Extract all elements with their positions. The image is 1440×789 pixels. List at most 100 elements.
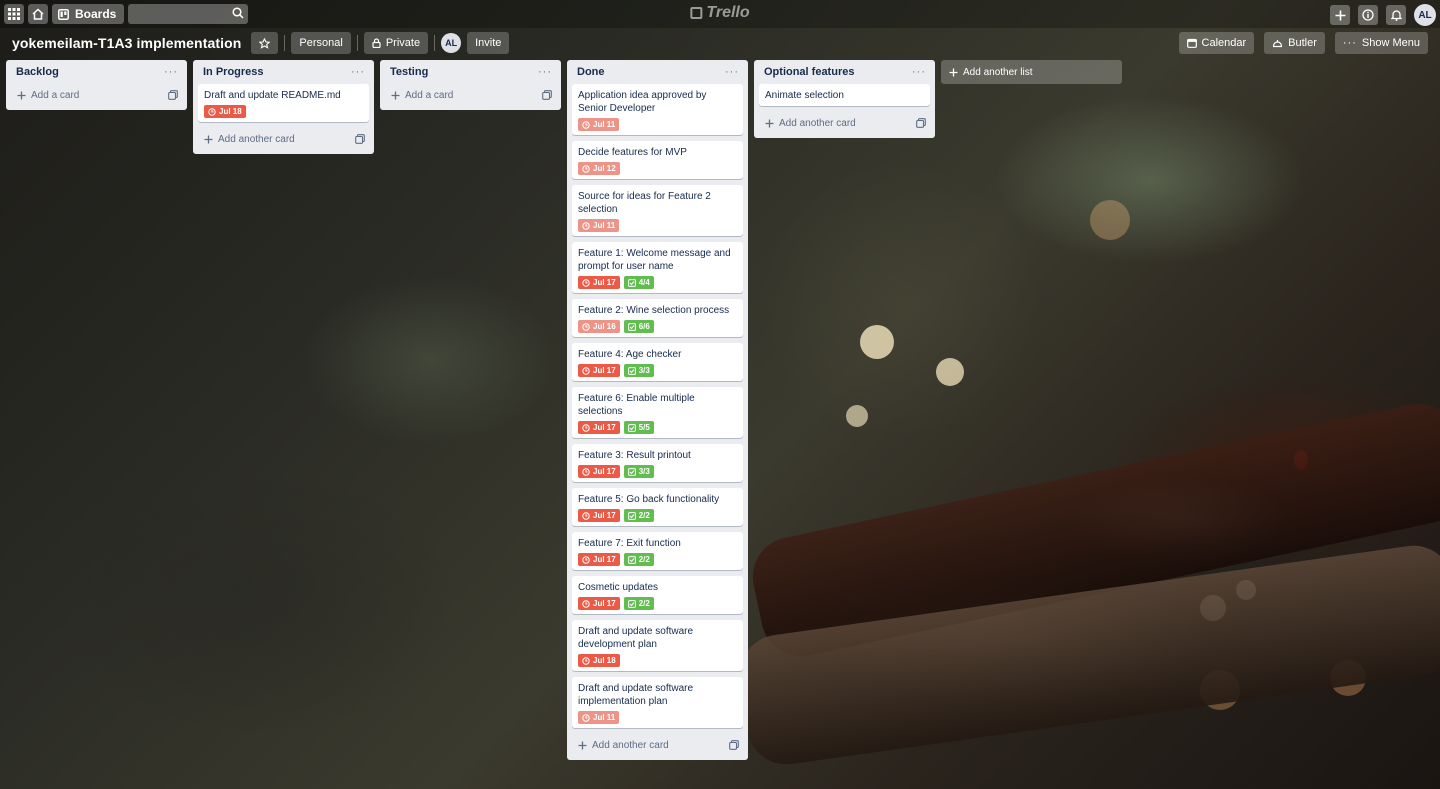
add-card-button[interactable]: Add a card	[385, 84, 556, 106]
search-icon[interactable]	[232, 6, 244, 20]
card[interactable]: Feature 1: Welcome message and prompt fo…	[572, 242, 743, 293]
home-icon	[32, 8, 44, 20]
list-menu-icon[interactable]: ···	[912, 66, 926, 78]
due-date-badge[interactable]: Jul 17	[578, 509, 620, 522]
due-date-text: Jul 17	[593, 467, 616, 476]
star-button[interactable]	[251, 32, 279, 54]
due-date-badge[interactable]: Jul 17	[578, 421, 620, 434]
list-title[interactable]: Testing	[390, 66, 428, 78]
list-title[interactable]: Done	[577, 66, 605, 78]
card[interactable]: Feature 4: Age checker Jul 17 3/3	[572, 343, 743, 381]
calendar-button[interactable]: Calendar	[1178, 32, 1255, 54]
add-card-button[interactable]: Add a card	[11, 84, 182, 106]
list-menu-icon[interactable]: ···	[164, 66, 178, 78]
home-button[interactable]	[28, 4, 48, 24]
card[interactable]: Draft and update README.md Jul 18	[198, 84, 369, 122]
search-input[interactable]	[128, 4, 249, 24]
add-card-button[interactable]: Add another card	[198, 128, 369, 150]
user-avatar[interactable]: AL	[1414, 4, 1436, 26]
board-member-avatar[interactable]: AL	[441, 33, 462, 53]
card-template-icon[interactable]	[542, 90, 552, 100]
list-title[interactable]: Optional features	[764, 66, 854, 78]
card[interactable]: Draft and update software implementation…	[572, 677, 743, 728]
card-badges: Jul 11	[578, 118, 737, 131]
due-date-badge[interactable]: Jul 18	[578, 654, 620, 667]
card[interactable]: Feature 7: Exit function Jul 17 2/2	[572, 532, 743, 570]
list-header[interactable]: Optional features ···	[759, 60, 930, 84]
checklist-badge: 3/3	[623, 364, 654, 377]
list-menu-icon[interactable]: ···	[538, 66, 552, 78]
butler-button[interactable]: Butler	[1264, 32, 1325, 54]
checklist-text: 3/3	[638, 467, 650, 476]
card[interactable]: Decide features for MVP Jul 12	[572, 141, 743, 179]
due-date-badge[interactable]: Jul 11	[578, 219, 620, 232]
calendar-label: Calendar	[1201, 37, 1247, 49]
apps-grid-button[interactable]	[4, 4, 24, 24]
card[interactable]: Source for ideas for Feature 2 selection…	[572, 185, 743, 236]
clock-icon	[582, 278, 590, 287]
due-date-badge[interactable]: Jul 17	[578, 276, 620, 289]
due-date-badge[interactable]: Jul 17	[578, 364, 620, 377]
card[interactable]: Draft and update software development pl…	[572, 620, 743, 671]
list-title[interactable]: In Progress	[203, 66, 264, 78]
list-header[interactable]: Done ···	[572, 60, 743, 84]
card-badges: Jul 17 5/5	[578, 421, 737, 434]
card[interactable]: Feature 3: Result printout Jul 17 3/3	[572, 444, 743, 482]
due-date-badge[interactable]: Jul 17	[578, 597, 620, 610]
list-menu-icon[interactable]: ···	[725, 66, 739, 78]
show-menu-button[interactable]: ··· Show Menu	[1334, 32, 1428, 54]
list-header[interactable]: Backlog ···	[11, 60, 182, 84]
card-title: Feature 2: Wine selection process	[578, 305, 730, 316]
boards-button[interactable]: Boards	[52, 4, 125, 24]
invite-button[interactable]: Invite	[467, 32, 510, 54]
card-title: Draft and update software development pl…	[578, 626, 694, 650]
card-template-icon[interactable]	[355, 134, 365, 144]
card-title: Feature 7: Exit function	[578, 538, 681, 549]
list-in-progress[interactable]: In Progress ··· Draft and update README.md…	[193, 60, 374, 154]
divider	[356, 35, 358, 51]
notifications-button[interactable]	[1386, 5, 1406, 25]
card[interactable]: Cosmetic updates Jul 17 2/2	[572, 576, 743, 614]
team-button[interactable]: Personal	[291, 32, 351, 54]
list-header[interactable]: In Progress ···	[198, 60, 369, 84]
list-header[interactable]: Testing ···	[385, 60, 556, 84]
card[interactable]: Feature 6: Enable multiple selections Jul…	[572, 387, 743, 438]
add-list-button[interactable]: Add another list	[941, 60, 1122, 84]
create-button[interactable]	[1330, 5, 1350, 25]
due-date-badge[interactable]: Jul 16	[578, 320, 620, 333]
board-title[interactable]: yokemeilam-T1A3 implementation	[12, 35, 241, 51]
card-template-icon[interactable]	[729, 740, 739, 750]
list-testing[interactable]: Testing ··· Add a card	[380, 60, 561, 110]
due-date-badge[interactable]: Jul 17	[578, 465, 620, 478]
add-card-label: Add a card	[405, 89, 454, 101]
card-badges: Jul 16 6/6	[578, 320, 737, 333]
card[interactable]: Animate selection	[759, 84, 930, 106]
list-optional-features[interactable]: Optional features ··· Animate selection Add…	[754, 60, 935, 138]
list-backlog[interactable]: Backlog ··· Add a card	[6, 60, 187, 110]
bell-icon	[1390, 10, 1402, 21]
add-card-button[interactable]: Add another card	[759, 112, 930, 134]
list-title[interactable]: Backlog	[16, 66, 59, 78]
card[interactable]: Feature 5: Go back functionality Jul 17 2/…	[572, 488, 743, 526]
card[interactable]: Application idea approved by Senior Deve…	[572, 84, 743, 135]
card-template-icon[interactable]	[916, 118, 926, 128]
visibility-button[interactable]: Private	[363, 32, 429, 54]
add-card-button[interactable]: Add another card	[572, 734, 743, 756]
list-done[interactable]: Done ··· Application idea approved by Seni…	[567, 60, 748, 760]
due-date-badge[interactable]: Jul 11	[578, 711, 620, 724]
due-date-badge[interactable]: Jul 12	[578, 162, 620, 175]
search-box[interactable]	[128, 4, 249, 24]
checklist-icon	[627, 511, 636, 520]
card-template-icon[interactable]	[168, 90, 178, 100]
card[interactable]: Feature 2: Wine selection process Jul 16 6…	[572, 299, 743, 337]
plus-icon	[578, 741, 587, 749]
due-date-badge[interactable]: Jul 18	[204, 105, 246, 118]
due-date-badge[interactable]: Jul 17	[578, 553, 620, 566]
info-button[interactable]	[1358, 5, 1378, 25]
lock-icon	[372, 38, 381, 48]
due-date-badge[interactable]: Jul 11	[578, 118, 620, 131]
list-menu-icon[interactable]: ···	[351, 66, 365, 78]
trello-logo[interactable]: Trello	[690, 4, 750, 22]
grid-icon	[8, 8, 20, 20]
due-date-text: Jul 17	[593, 599, 616, 608]
